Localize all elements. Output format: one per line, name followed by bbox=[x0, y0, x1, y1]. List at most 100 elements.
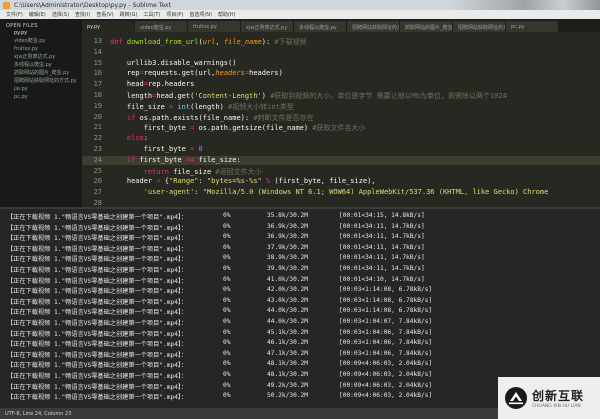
code-token: header bbox=[110, 177, 157, 186]
download-progress: 36.9k/30.2M bbox=[267, 233, 308, 241]
code-token: file_size bbox=[173, 167, 216, 176]
editor-tab[interactable]: video爬虫.py bbox=[135, 21, 187, 32]
code-token: length bbox=[110, 92, 153, 100]
menu-item[interactable]: 首选项(N) bbox=[189, 11, 212, 18]
download-progress: 44.0k/30.2M bbox=[267, 318, 308, 325]
menu-item[interactable]: 跳转(G) bbox=[120, 11, 138, 18]
editor-tab[interactable]: 多线程以爬虫.py bbox=[294, 21, 346, 32]
code-token: file_size bbox=[110, 102, 170, 111]
code-token: #获取文件名大小 bbox=[312, 124, 366, 133]
editor-tab[interactable]: pc.py bbox=[506, 21, 558, 32]
code-line: file_size = int(length) #视频大小转int类型 bbox=[110, 102, 294, 112]
sidebar-file-item[interactable]: 多线程以爬虫.py bbox=[0, 61, 82, 69]
console-line: 【正在下载视频 1."畅语言VS零基础之创建第一个项目".mp4】： 0% 45.1… bbox=[7, 329, 432, 338]
download-label: 【正在下载视频 1."畅语言VS零基础之创建第一个项目".mp4】： bbox=[7, 235, 188, 243]
download-eta: [00:01<34:11, 14.7kB/s] bbox=[339, 254, 425, 262]
line-number: 16 bbox=[93, 69, 102, 78]
console-line: 【正在下载视频 1."畅语言VS零基础之创建第一个项目".mp4】： 0% 48.1… bbox=[7, 360, 432, 369]
code-editor[interactable]: 13 14 15 16 17 18 19 20 21 22 23 24 25 26 27 28 def dow… bbox=[82, 32, 600, 207]
sidebar-file-item[interactable]: 抓取网站的图片_爬虫.py bbox=[0, 69, 82, 77]
editor-tab[interactable]: 招聘网站获取网址的方式.py bbox=[453, 21, 505, 32]
menu-item[interactable]: 选择(S) bbox=[52, 11, 69, 18]
download-label: 【正在下载视频 1."畅语言VS零基础之创建第一个项目".mp4】： bbox=[7, 245, 188, 253]
code-line: first_byte = os.path.getsize(file_name) … bbox=[110, 123, 366, 133]
download-progress: 48.1k/30.2M bbox=[267, 360, 308, 368]
code-line: rep=requests.get(url,headers=headers) bbox=[110, 69, 283, 77]
code-token: requests.get(url, bbox=[143, 69, 216, 78]
download-progress: 36.9k/30.2M bbox=[267, 222, 308, 230]
console-line: 【正在下载视频 1."畅语言VS零基础之创建第一个项目".mp4】： 0% 50.2… bbox=[7, 392, 432, 402]
sublime-app-icon bbox=[3, 1, 10, 9]
line-number: 15 bbox=[93, 58, 102, 67]
menu-item[interactable]: 查找(I) bbox=[75, 11, 90, 18]
code-token: head bbox=[110, 80, 144, 89]
download-eta: [00:09<4:06:03, 2.04kB/s] bbox=[339, 381, 433, 389]
download-eta: [00:03<1:14:08, 6.78kB/s] bbox=[339, 296, 433, 304]
menu-item[interactable]: 编辑(E) bbox=[29, 11, 46, 18]
editor-tab[interactable]: 抓取网站的图片_爬虫.py bbox=[400, 21, 452, 32]
console-line: 【正在下载视频 1."畅语言VS零基础之创建第一个项目".mp4】： 0% 39.9… bbox=[7, 265, 425, 274]
code-token: return bbox=[143, 167, 174, 176]
code-token: = bbox=[190, 124, 199, 133]
menu-item[interactable]: 工具(T) bbox=[143, 11, 160, 18]
menu-item[interactable]: 文件(F) bbox=[6, 11, 23, 18]
editor-tab[interactable]: fruitxx.py bbox=[188, 21, 240, 32]
code-token: #判断文件是否存在 bbox=[253, 113, 314, 122]
console-line: 【正在下载视频 1."畅语言VS零基础之创建第一个项目".mp4】： 0% 44.0… bbox=[7, 318, 432, 327]
watermark-logo: 创新互联 CHUANG XIN HU LIAN bbox=[498, 377, 600, 419]
line-number: 21 bbox=[93, 123, 102, 132]
code-token: >= bbox=[185, 155, 199, 164]
sidebar-file-item[interactable]: pc.py bbox=[0, 93, 82, 101]
sidebar-file-item[interactable]: py.py bbox=[0, 29, 82, 37]
download-label: 【正在下载视频 1."畅语言VS零基础之创建第一个项目".mp4】： bbox=[7, 383, 188, 391]
console-line: 【正在下载视频 1."畅语言VS零基础之创建第一个项目".mp4】： 0% 38.9… bbox=[7, 254, 425, 263]
download-label: 【正在下载视频 1."畅语言VS零基础之创建第一个项目".mp4】： bbox=[7, 277, 188, 285]
download-eta: [00:01<34:11, 14.7kB/s] bbox=[339, 233, 425, 241]
code-token: else bbox=[126, 134, 144, 143]
download-label: 【正在下载视频 1."畅语言VS零基础之创建第一个项目".mp4】： bbox=[7, 394, 188, 402]
code-line: urllib3.disable_warnings() bbox=[110, 59, 237, 67]
line-number: 18 bbox=[93, 91, 102, 99]
console-line: 【正在下载视频 1."畅语言VS零基础之创建第一个项目".mp4】： 0% 36.9… bbox=[7, 223, 425, 232]
code-token: os.path.exists(file_name): bbox=[139, 113, 254, 122]
code-token: first_byte bbox=[139, 155, 186, 164]
code-token: : bbox=[194, 188, 203, 197]
download-progress: 45.1k/30.2M bbox=[267, 328, 308, 336]
menu-item[interactable]: 项目(P) bbox=[166, 11, 183, 18]
sidebar-file-item[interactable]: xjw正则表达式.py bbox=[0, 53, 82, 61]
download-progress: 48.1k/30.2M bbox=[267, 371, 308, 378]
sidebar-file-item[interactable]: fruitxx.py bbox=[0, 45, 82, 53]
window-title: C:\Users\Administrator\Desktop\py.py - S… bbox=[14, 1, 171, 9]
download-percent: 0% bbox=[223, 349, 231, 357]
download-label: 【正在下载视频 1."畅语言VS零基础之创建第一个项目".mp4】： bbox=[7, 351, 188, 359]
editor-tab[interactable]: py.py bbox=[82, 21, 134, 32]
code-token: = bbox=[190, 145, 199, 153]
download-percent: 0% bbox=[223, 296, 231, 304]
download-percent: 0% bbox=[223, 339, 231, 347]
menu-item[interactable]: 查看(V) bbox=[96, 11, 113, 18]
sidebar-file-item[interactable]: video爬虫.py bbox=[0, 37, 82, 45]
menu-item[interactable]: 帮助(H) bbox=[218, 11, 236, 18]
line-number: 14 bbox=[93, 47, 102, 56]
code-token: def bbox=[110, 38, 127, 46]
code-token: rep bbox=[110, 69, 140, 78]
download-progress: 42.0k/30.2M bbox=[267, 286, 308, 294]
code-token: : bbox=[143, 134, 148, 143]
console-line: 【正在下载视频 1."畅语言VS零基础之创建第一个项目".mp4】： 0% 35.8… bbox=[7, 212, 425, 221]
code-token: "Range" bbox=[169, 177, 199, 186]
editor-tab[interactable]: 招聘网站获取网址的方式.py bbox=[347, 21, 399, 32]
console-line: 【正在下载视频 1."畅语言VS零基础之创建第一个项目".mp4】： 0% 44.0… bbox=[7, 307, 432, 316]
line-number: 24 bbox=[93, 155, 102, 164]
code-area[interactable]: def download_from_url(url, file_name): #… bbox=[110, 32, 596, 207]
sidebar-file-item[interactable]: 招聘网站获取网址的方式.py bbox=[0, 77, 82, 85]
sidebar-file-item[interactable]: jie.py bbox=[0, 85, 82, 93]
download-eta: [00:01<34:10, 14.7kB/s] bbox=[339, 275, 425, 283]
download-progress: 50.2k/30.2M bbox=[267, 392, 308, 400]
editor-tab[interactable]: xjw正则表达式.py bbox=[241, 21, 293, 32]
code-token: if bbox=[126, 155, 140, 164]
download-percent: 0% bbox=[223, 243, 231, 251]
code-token: 'Content-Length' bbox=[194, 92, 262, 100]
open-files-header: OPEN FILES bbox=[6, 23, 38, 29]
